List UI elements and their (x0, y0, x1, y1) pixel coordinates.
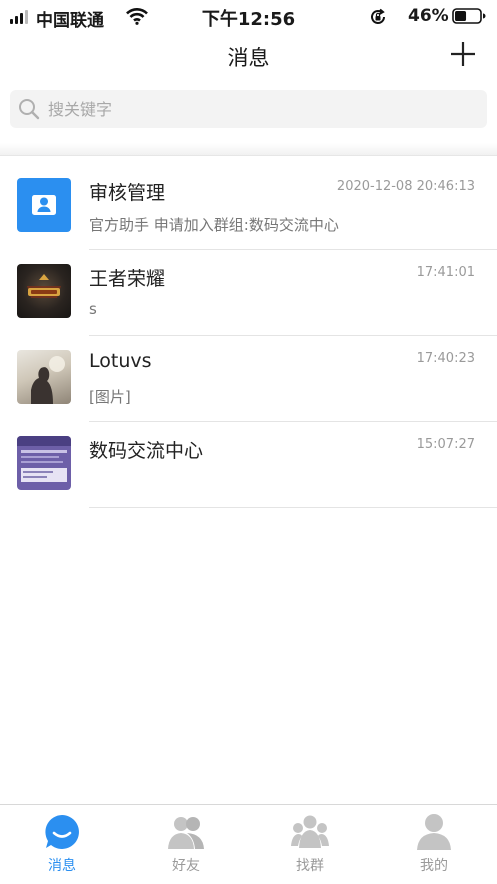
conversation-item[interactable]: 王者荣耀 17:41:01 s (0, 250, 497, 336)
rotation-lock-icon (369, 8, 387, 30)
conversation-name: 审核管理 (89, 182, 166, 204)
conversation-time: 15:07:27 (416, 437, 475, 452)
battery-percent: 46% (408, 6, 449, 26)
group-search-icon (291, 813, 329, 851)
status-bar: 中国联通 下午12:56 46% (0, 0, 497, 34)
conversation-preview: 官方助手 申请加入群组:数码交流中心 (89, 216, 339, 234)
chat-bubble-icon (43, 813, 81, 851)
conversation-time: 2020-12-08 20:46:13 (336, 179, 475, 194)
conversation-name: Lotuvs (89, 350, 152, 372)
conversation-preview: [图片] (89, 388, 131, 406)
plus-icon (451, 42, 475, 66)
photo-avatar (17, 350, 71, 404)
tab-me[interactable]: 我的 (372, 805, 496, 884)
bottom-tab-bar: 消息 好友 找群 我的 (0, 804, 497, 884)
page-title: 消息 (227, 46, 270, 70)
search-bar[interactable] (10, 90, 487, 128)
tab-find-group[interactable]: 找群 (248, 805, 372, 884)
tab-label: 找群 (296, 858, 324, 874)
conversation-name: 数码交流中心 (89, 440, 204, 462)
search-input[interactable] (48, 97, 448, 121)
conversation-time: 17:41:01 (416, 265, 475, 280)
add-button[interactable] (449, 40, 477, 68)
top-navigation-bar: 消息 (0, 34, 497, 78)
game-avatar (17, 264, 71, 318)
conversation-item[interactable]: 数码交流中心 15:07:27 (0, 422, 497, 508)
conversation-list: 审核管理 2020-12-08 20:46:13 官方助手 申请加入群组:数码交… (0, 164, 497, 508)
divider (89, 507, 497, 508)
tab-friends[interactable]: 好友 (124, 805, 248, 884)
profile-icon (415, 813, 453, 851)
group-avatar (17, 436, 71, 490)
tab-label: 好友 (172, 858, 200, 874)
friends-icon (167, 813, 205, 851)
person-icon (17, 178, 71, 232)
tab-messages[interactable]: 消息 (0, 805, 124, 884)
conversation-name: 王者荣耀 (89, 268, 166, 290)
conversation-item[interactable]: Lotuvs 17:40:23 [图片] (0, 336, 497, 422)
tab-label: 消息 (48, 858, 76, 874)
conversation-item[interactable]: 审核管理 2020-12-08 20:46:13 官方助手 申请加入群组:数码交… (0, 164, 497, 250)
conversation-time: 17:40:23 (416, 351, 475, 366)
conversation-preview: s (89, 300, 97, 318)
section-divider (0, 143, 497, 156)
search-icon (18, 98, 40, 124)
battery-icon (452, 8, 486, 24)
tab-label: 我的 (420, 858, 448, 874)
